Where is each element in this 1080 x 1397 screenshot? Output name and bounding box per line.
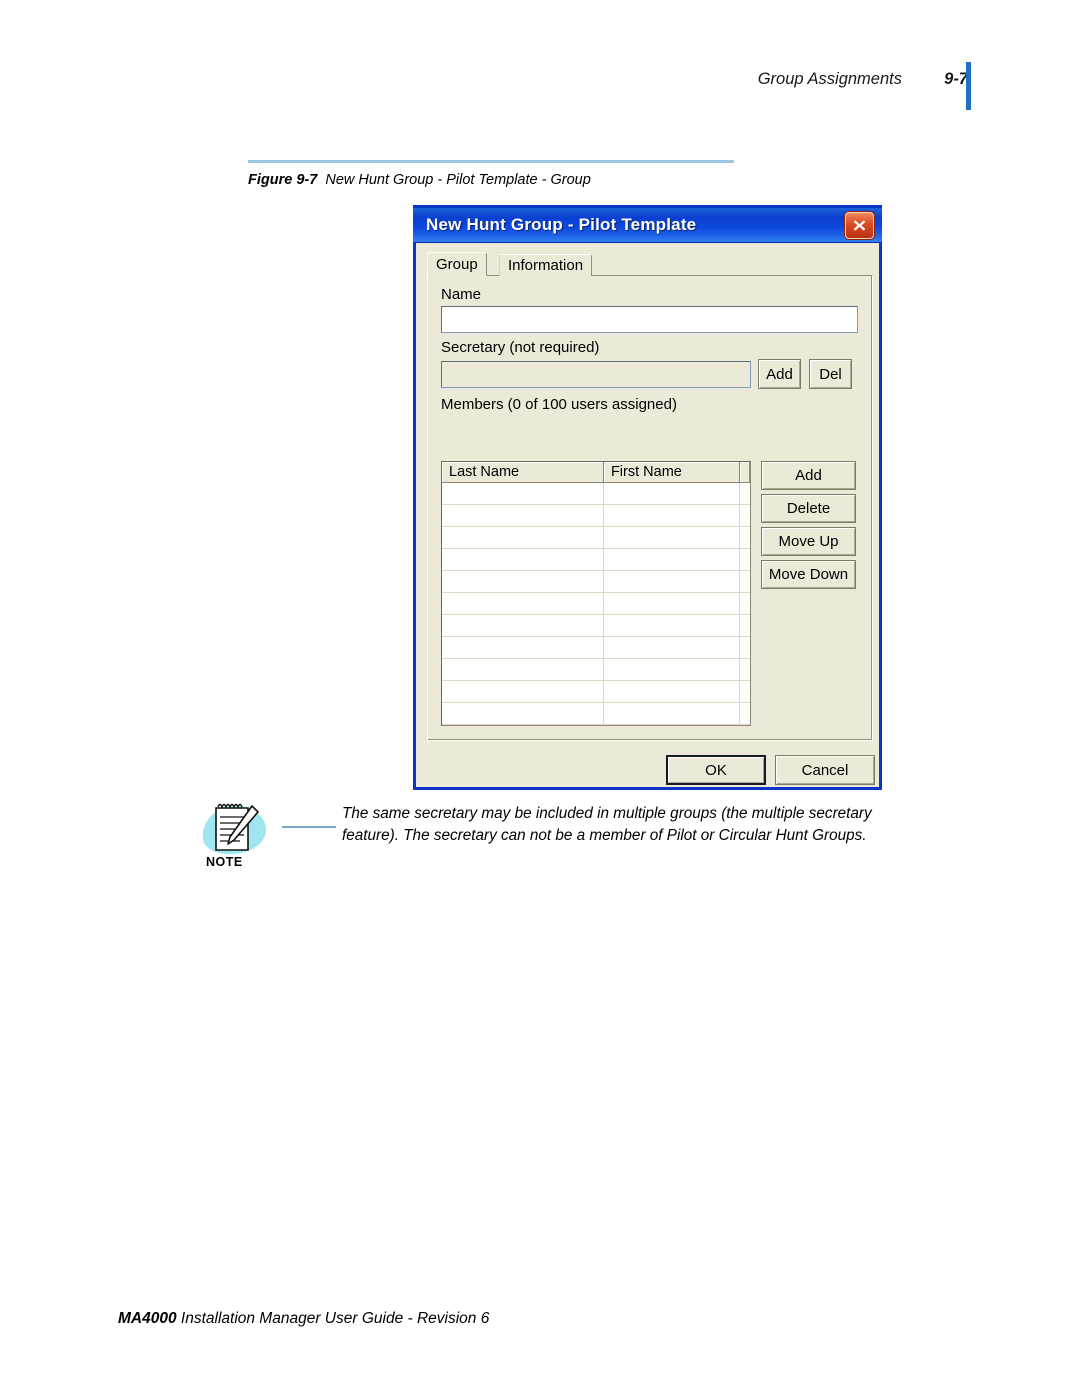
footer-text: Installation Manager User Guide - Revisi… xyxy=(176,1310,490,1327)
table-row[interactable] xyxy=(442,659,750,681)
column-header-last-name[interactable]: Last Name xyxy=(442,462,604,483)
table-cell-spacer xyxy=(740,505,750,526)
table-cell xyxy=(442,549,604,570)
table-row[interactable] xyxy=(442,703,750,725)
group-tab-panel: Name Secretary (not required) Add Del Me… xyxy=(427,275,873,741)
table-cell-spacer xyxy=(740,659,750,680)
table-cell xyxy=(442,637,604,658)
table-cell xyxy=(603,703,741,724)
table-row[interactable] xyxy=(442,681,750,703)
table-row[interactable] xyxy=(442,549,750,571)
members-delete-button[interactable]: Delete xyxy=(761,494,856,523)
table-cell-spacer xyxy=(740,549,750,570)
table-row[interactable] xyxy=(442,637,750,659)
table-cell xyxy=(603,593,741,614)
ok-button[interactable]: OK xyxy=(666,755,766,785)
table-cell-spacer xyxy=(740,593,750,614)
header-page-number: 9-7 xyxy=(944,70,968,88)
table-cell xyxy=(603,483,741,504)
table-cell-spacer xyxy=(740,681,750,702)
name-input[interactable] xyxy=(441,306,858,333)
header-accent-rule xyxy=(966,62,971,110)
members-move-up-button[interactable]: Move Up xyxy=(761,527,856,556)
table-cell xyxy=(442,593,604,614)
table-row[interactable] xyxy=(442,593,750,615)
members-grid[interactable]: Last Name First Name xyxy=(441,461,751,726)
members-add-button[interactable]: Add xyxy=(761,461,856,490)
table-cell-spacer xyxy=(740,483,750,504)
note-text: The same secretary may be included in mu… xyxy=(342,805,872,844)
dialog-body: Group Information Name Secretary (not re… xyxy=(416,243,879,791)
table-cell xyxy=(604,725,740,726)
figure-caption: Figure 9-7 New Hunt Group - Pilot Templa… xyxy=(248,172,948,188)
table-row[interactable] xyxy=(442,571,750,593)
members-grid-header: Last Name First Name xyxy=(442,462,750,483)
table-row[interactable] xyxy=(442,483,750,505)
table-cell xyxy=(442,527,604,548)
dialog-title: New Hunt Group - Pilot Template xyxy=(426,215,697,234)
secretary-del-button[interactable]: Del xyxy=(809,359,852,389)
table-cell xyxy=(603,659,741,680)
page-footer: MA4000 Installation Manager User Guide -… xyxy=(118,1310,489,1328)
members-grid-rows xyxy=(442,483,750,726)
table-cell xyxy=(603,505,741,526)
table-cell xyxy=(442,725,604,726)
table-cell-spacer xyxy=(740,615,750,636)
table-row[interactable] xyxy=(442,505,750,527)
table-row[interactable] xyxy=(442,527,750,549)
group-tab-panel-inner: Name Secretary (not required) Add Del Me… xyxy=(428,276,872,740)
table-cell xyxy=(442,505,604,526)
table-cell xyxy=(603,527,741,548)
table-cell-spacer xyxy=(740,527,750,548)
table-cell xyxy=(442,703,604,724)
column-header-spacer xyxy=(740,462,750,483)
figure-caption-text: New Hunt Group - Pilot Template - Group xyxy=(325,172,591,188)
table-cell xyxy=(603,615,741,636)
table-cell-spacer xyxy=(740,571,750,592)
note-block: NOTE The same secretary may be included … xyxy=(198,800,920,890)
note-connector-line xyxy=(282,826,336,828)
dialog-titlebar[interactable]: New Hunt Group - Pilot Template xyxy=(413,205,882,243)
members-move-down-button[interactable]: Move Down xyxy=(761,560,856,589)
table-cell xyxy=(603,681,741,702)
cancel-button[interactable]: Cancel xyxy=(775,755,875,785)
table-row[interactable] xyxy=(442,725,750,726)
table-cell xyxy=(442,571,604,592)
table-cell xyxy=(442,483,604,504)
page-header: Group Assignments 9-7 xyxy=(0,62,1080,110)
table-cell xyxy=(442,681,604,702)
column-header-first-name[interactable]: First Name xyxy=(603,462,741,483)
figure-number: Figure 9-7 xyxy=(248,172,318,188)
figure-rule xyxy=(248,160,734,163)
table-cell xyxy=(603,549,741,570)
secretary-input[interactable] xyxy=(441,361,751,388)
table-cell xyxy=(603,637,741,658)
table-cell-spacer xyxy=(740,725,750,726)
new-hunt-group-dialog: New Hunt Group - Pilot Template Group In… xyxy=(413,205,882,790)
tab-information[interactable]: Information xyxy=(499,254,593,276)
table-row[interactable] xyxy=(442,615,750,637)
table-cell-spacer xyxy=(740,637,750,658)
secretary-add-button[interactable]: Add xyxy=(758,359,801,389)
footer-product: MA4000 xyxy=(118,1310,177,1327)
secretary-label: Secretary (not required) xyxy=(441,339,600,356)
close-icon[interactable] xyxy=(845,212,874,239)
table-cell xyxy=(442,615,604,636)
members-label: Members (0 of 100 users assigned) xyxy=(441,396,677,413)
name-label: Name xyxy=(441,286,482,303)
dialog-tabstrip: Group Information xyxy=(427,252,872,276)
table-cell-spacer xyxy=(740,703,750,724)
table-cell xyxy=(603,571,741,592)
figure-block: Figure 9-7 New Hunt Group - Pilot Templa… xyxy=(248,160,948,188)
note-label: NOTE xyxy=(206,855,243,869)
header-chapter-title: Group Assignments xyxy=(757,70,902,88)
tab-group[interactable]: Group xyxy=(427,252,487,276)
table-cell xyxy=(442,659,604,680)
